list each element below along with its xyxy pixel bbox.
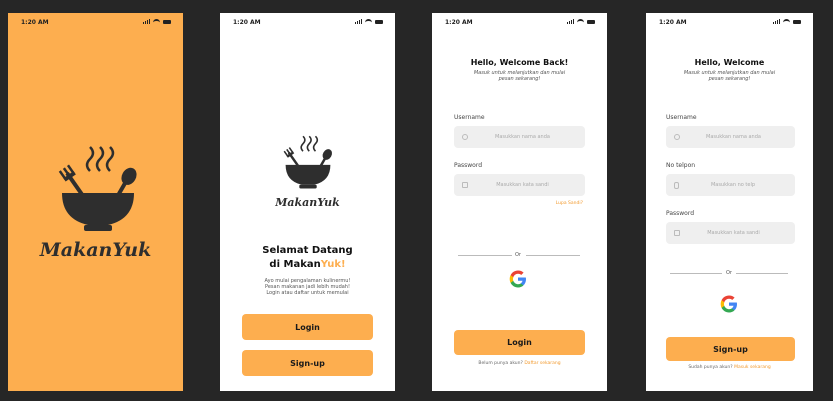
password-label: Password [454,162,483,169]
phone-input[interactable]: Masukkan no telp [666,174,795,196]
login-footer: Belum punya akun? Daftar sekarang [432,361,607,366]
password-placeholder: Masukkan kata sandi [496,182,549,188]
phone-label: No telpon [666,162,696,169]
username-label: Username [454,114,485,121]
username-placeholder: Masukkan nama anda [706,134,761,140]
username-input[interactable]: Masukkan nama anda [454,126,585,148]
welcome-title-line2: di MakanYuk! [220,259,395,270]
register-link[interactable]: Daftar sekarang [524,361,560,366]
login-screen: 1:20 AM Hello, Welcome Back! Masuk untuk… [432,13,607,391]
login-title: Hello, Welcome Back! [470,58,569,67]
password-label: Password [666,210,695,217]
divider-right [736,273,788,274]
login-button[interactable]: Login [242,314,373,340]
password-placeholder: Masukkan kata sandi [707,230,760,236]
status-time: 1:20 AM [233,19,261,26]
login-submit-button[interactable]: Login [454,330,585,355]
password-input[interactable]: Masukkan kata sandi [666,222,795,244]
bowl-logo-icon [283,135,332,189]
signup-button[interactable]: Sign-up [242,350,373,376]
password-input[interactable]: Masukkan kata sandi [454,174,585,196]
subtitle-line: pesan sekarang! [498,76,541,82]
google-icon[interactable] [509,270,527,288]
footer-text: Belum punya akun? [478,361,523,366]
footer-text: Sudah punya akun? [688,365,733,370]
welcome-description: Ayo mulai pengalaman kulinermu! Pesan ma… [220,278,395,296]
bowl-logo-icon [58,146,137,231]
splash-screen: 1:20 AM MakanYuk [8,13,183,391]
username-placeholder: Masukkan nama anda [495,134,550,140]
divider-left [670,273,722,274]
signin-link[interactable]: Masuk sekarang [734,365,771,370]
phone-placeholder: Masukkan no telp [710,182,756,188]
status-time: 1:20 AM [445,19,473,26]
subtitle-line: pesan sekarang! [708,76,751,82]
signal-icon [567,19,574,24]
status-bar: 1:20 AM [432,19,607,29]
wifi-icon [153,19,160,24]
brand-logo-text: MakanYuk [275,196,340,209]
wifi-icon [365,19,372,24]
welcome-title-accent: Yuk! [320,259,346,270]
divider-right [526,255,580,256]
status-bar: 1:20 AM [220,19,395,29]
welcome-screen: 1:20 AM MakanYuk Selamat Datang di Makan… [220,13,395,391]
lock-icon [674,230,680,236]
wifi-icon [783,19,790,24]
signal-icon [355,19,362,24]
signup-submit-button[interactable]: Sign-up [666,337,795,361]
signal-icon [773,19,780,24]
status-bar: 1:20 AM [8,19,183,29]
username-input[interactable]: Masukkan nama anda [666,126,795,148]
welcome-title-line2-pre: di Makan [269,259,321,270]
lock-icon [462,182,468,188]
wifi-icon [577,19,584,24]
signup-title: Hello, Welcome [694,58,765,67]
battery-icon [163,19,171,24]
battery-icon [587,19,595,24]
signup-screen: 1:20 AM Hello, Welcome Masuk untuk melan… [646,13,813,391]
battery-icon [375,19,383,24]
signup-subtitle: Masuk untuk melanjutkan dan mulai pesan … [646,70,813,82]
divider-left [458,255,512,256]
phone-icon [674,181,679,189]
login-subtitle: Masuk untuk melanjutkan dan mulai pesan … [432,70,607,82]
user-icon [674,134,680,140]
forgot-password-link[interactable]: Lupa Sandi? [556,201,583,206]
or-text: Or [515,252,521,258]
or-text: Or [726,270,732,276]
description-line: Login atau daftar untuk memulai [266,290,349,296]
status-bar: 1:20 AM [646,19,813,29]
status-time: 1:20 AM [21,19,49,26]
signal-icon [143,19,150,24]
status-time: 1:20 AM [659,19,687,26]
welcome-title-line1: Selamat Datang [262,245,353,256]
battery-icon [793,19,801,24]
user-icon [462,134,468,140]
username-label: Username [666,114,697,121]
google-icon[interactable] [720,295,738,313]
brand-logo-text: MakanYuk [39,239,152,261]
signup-footer: Sudah punya akun? Masuk sekarang [646,365,813,370]
